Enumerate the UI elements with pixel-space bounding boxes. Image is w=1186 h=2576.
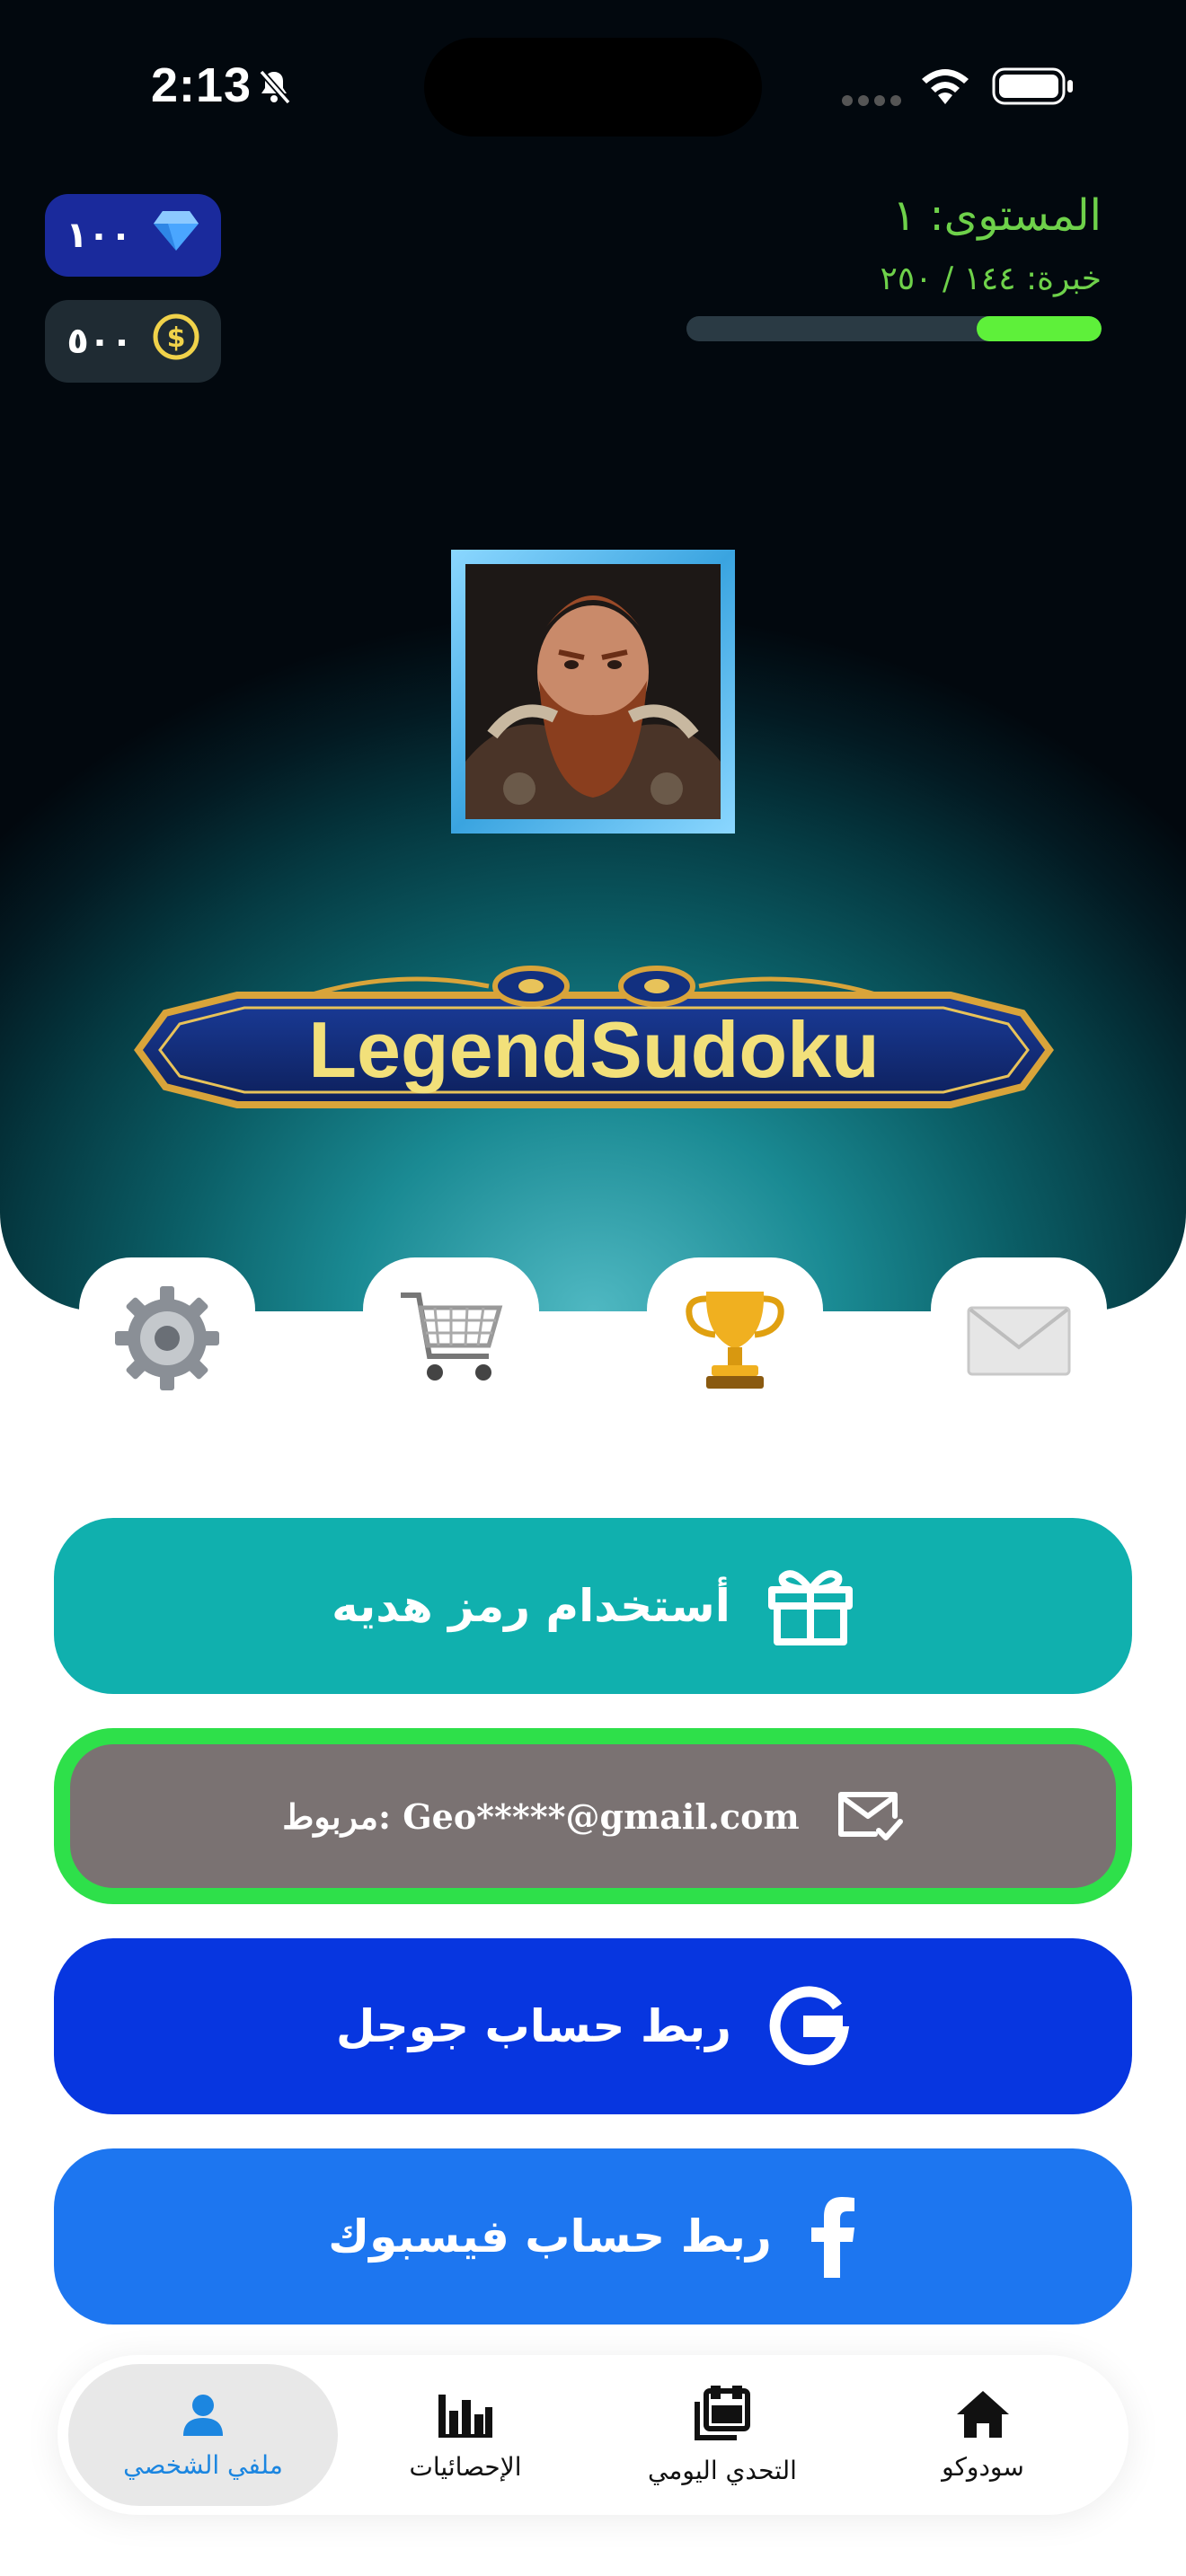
profile-tabs [0, 1257, 1186, 1419]
nav-profile-label: ملفي الشخصي [123, 2449, 283, 2480]
coin-icon: $ [153, 313, 199, 369]
gift-icon [766, 1566, 854, 1645]
calendar-icon [692, 2385, 753, 2443]
bar-chart-icon [437, 2389, 494, 2439]
home-icon [955, 2389, 1011, 2439]
nav-stats[interactable]: الإحصائيات [331, 2364, 600, 2506]
avatar[interactable] [451, 550, 735, 834]
linked-email-button[interactable]: مربوط: Geo*****@gmail.com [54, 1728, 1132, 1904]
nav-stats-label: الإحصائيات [409, 2451, 522, 2482]
xp-progress-bar [686, 316, 1102, 341]
tab-shop[interactable] [363, 1257, 539, 1419]
nav-daily-label: التحدي اليومي [648, 2455, 797, 2485]
linked-email-label: مربوط: Geo*****@gmail.com [282, 1795, 800, 1837]
signal-icon [841, 93, 904, 110]
tab-trophies[interactable] [647, 1257, 823, 1419]
link-facebook-label: ربط حساب فيسبوك [328, 2210, 772, 2263]
tab-mail[interactable] [931, 1257, 1107, 1419]
level-label: المستوى: ١ [892, 190, 1102, 241]
email-check-icon [836, 1789, 904, 1843]
status-time: 2:13 [151, 58, 252, 112]
tab-settings[interactable] [79, 1257, 255, 1419]
nav-profile[interactable]: ملفي الشخصي [68, 2364, 338, 2506]
trophy-icon [679, 1283, 791, 1394]
coins-value: ٥٠٠ [66, 321, 133, 362]
player-name-banner: LegendSudoku [129, 959, 1058, 1141]
google-icon [767, 1985, 850, 2068]
coins-counter[interactable]: ٥٠٠ $ [45, 300, 221, 383]
dynamic-island [424, 38, 762, 137]
redeem-gift-label: أستخدام رمز هديه [332, 1580, 730, 1632]
player-name: LegendSudoku [308, 1005, 880, 1094]
envelope-icon [963, 1283, 1075, 1394]
nav-home[interactable]: سودوكو [848, 2364, 1118, 2506]
cart-icon [395, 1283, 507, 1394]
bottom-navigation: ملفي الشخصي الإحصائيات التحدي اليومي سود… [58, 2355, 1128, 2515]
diamond-icon [152, 209, 200, 261]
facebook-icon [808, 2195, 858, 2278]
redeem-gift-code-button[interactable]: أستخدام رمز هديه [54, 1518, 1132, 1694]
silent-bell-icon [254, 66, 294, 106]
profile-header: 2:13 ١٠٠ ٥٠٠ $ المستوى: ١ خبرة: ١٤٤ / ٢٥… [0, 0, 1186, 1311]
xp-progress-fill [977, 316, 1102, 341]
svg-text:$: $ [166, 322, 185, 354]
gems-value: ١٠٠ [66, 215, 132, 256]
xp-label: خبرة: ١٤٤ / ٢٥٠ [880, 260, 1102, 297]
battery-icon [992, 66, 1075, 106]
person-icon [180, 2391, 226, 2438]
nav-home-label: سودوكو [942, 2451, 1024, 2482]
wifi-icon [918, 65, 972, 106]
status-bar: 2:13 [0, 0, 1186, 171]
nav-daily-challenge[interactable]: التحدي اليومي [588, 2364, 857, 2506]
link-google-label: ربط حساب جوجل [336, 2000, 731, 2052]
gems-counter[interactable]: ١٠٠ [45, 194, 221, 277]
avatar-portrait [465, 564, 721, 819]
gear-icon [111, 1283, 223, 1394]
link-facebook-button[interactable]: ربط حساب فيسبوك [54, 2148, 1132, 2325]
link-google-button[interactable]: ربط حساب جوجل [54, 1938, 1132, 2114]
